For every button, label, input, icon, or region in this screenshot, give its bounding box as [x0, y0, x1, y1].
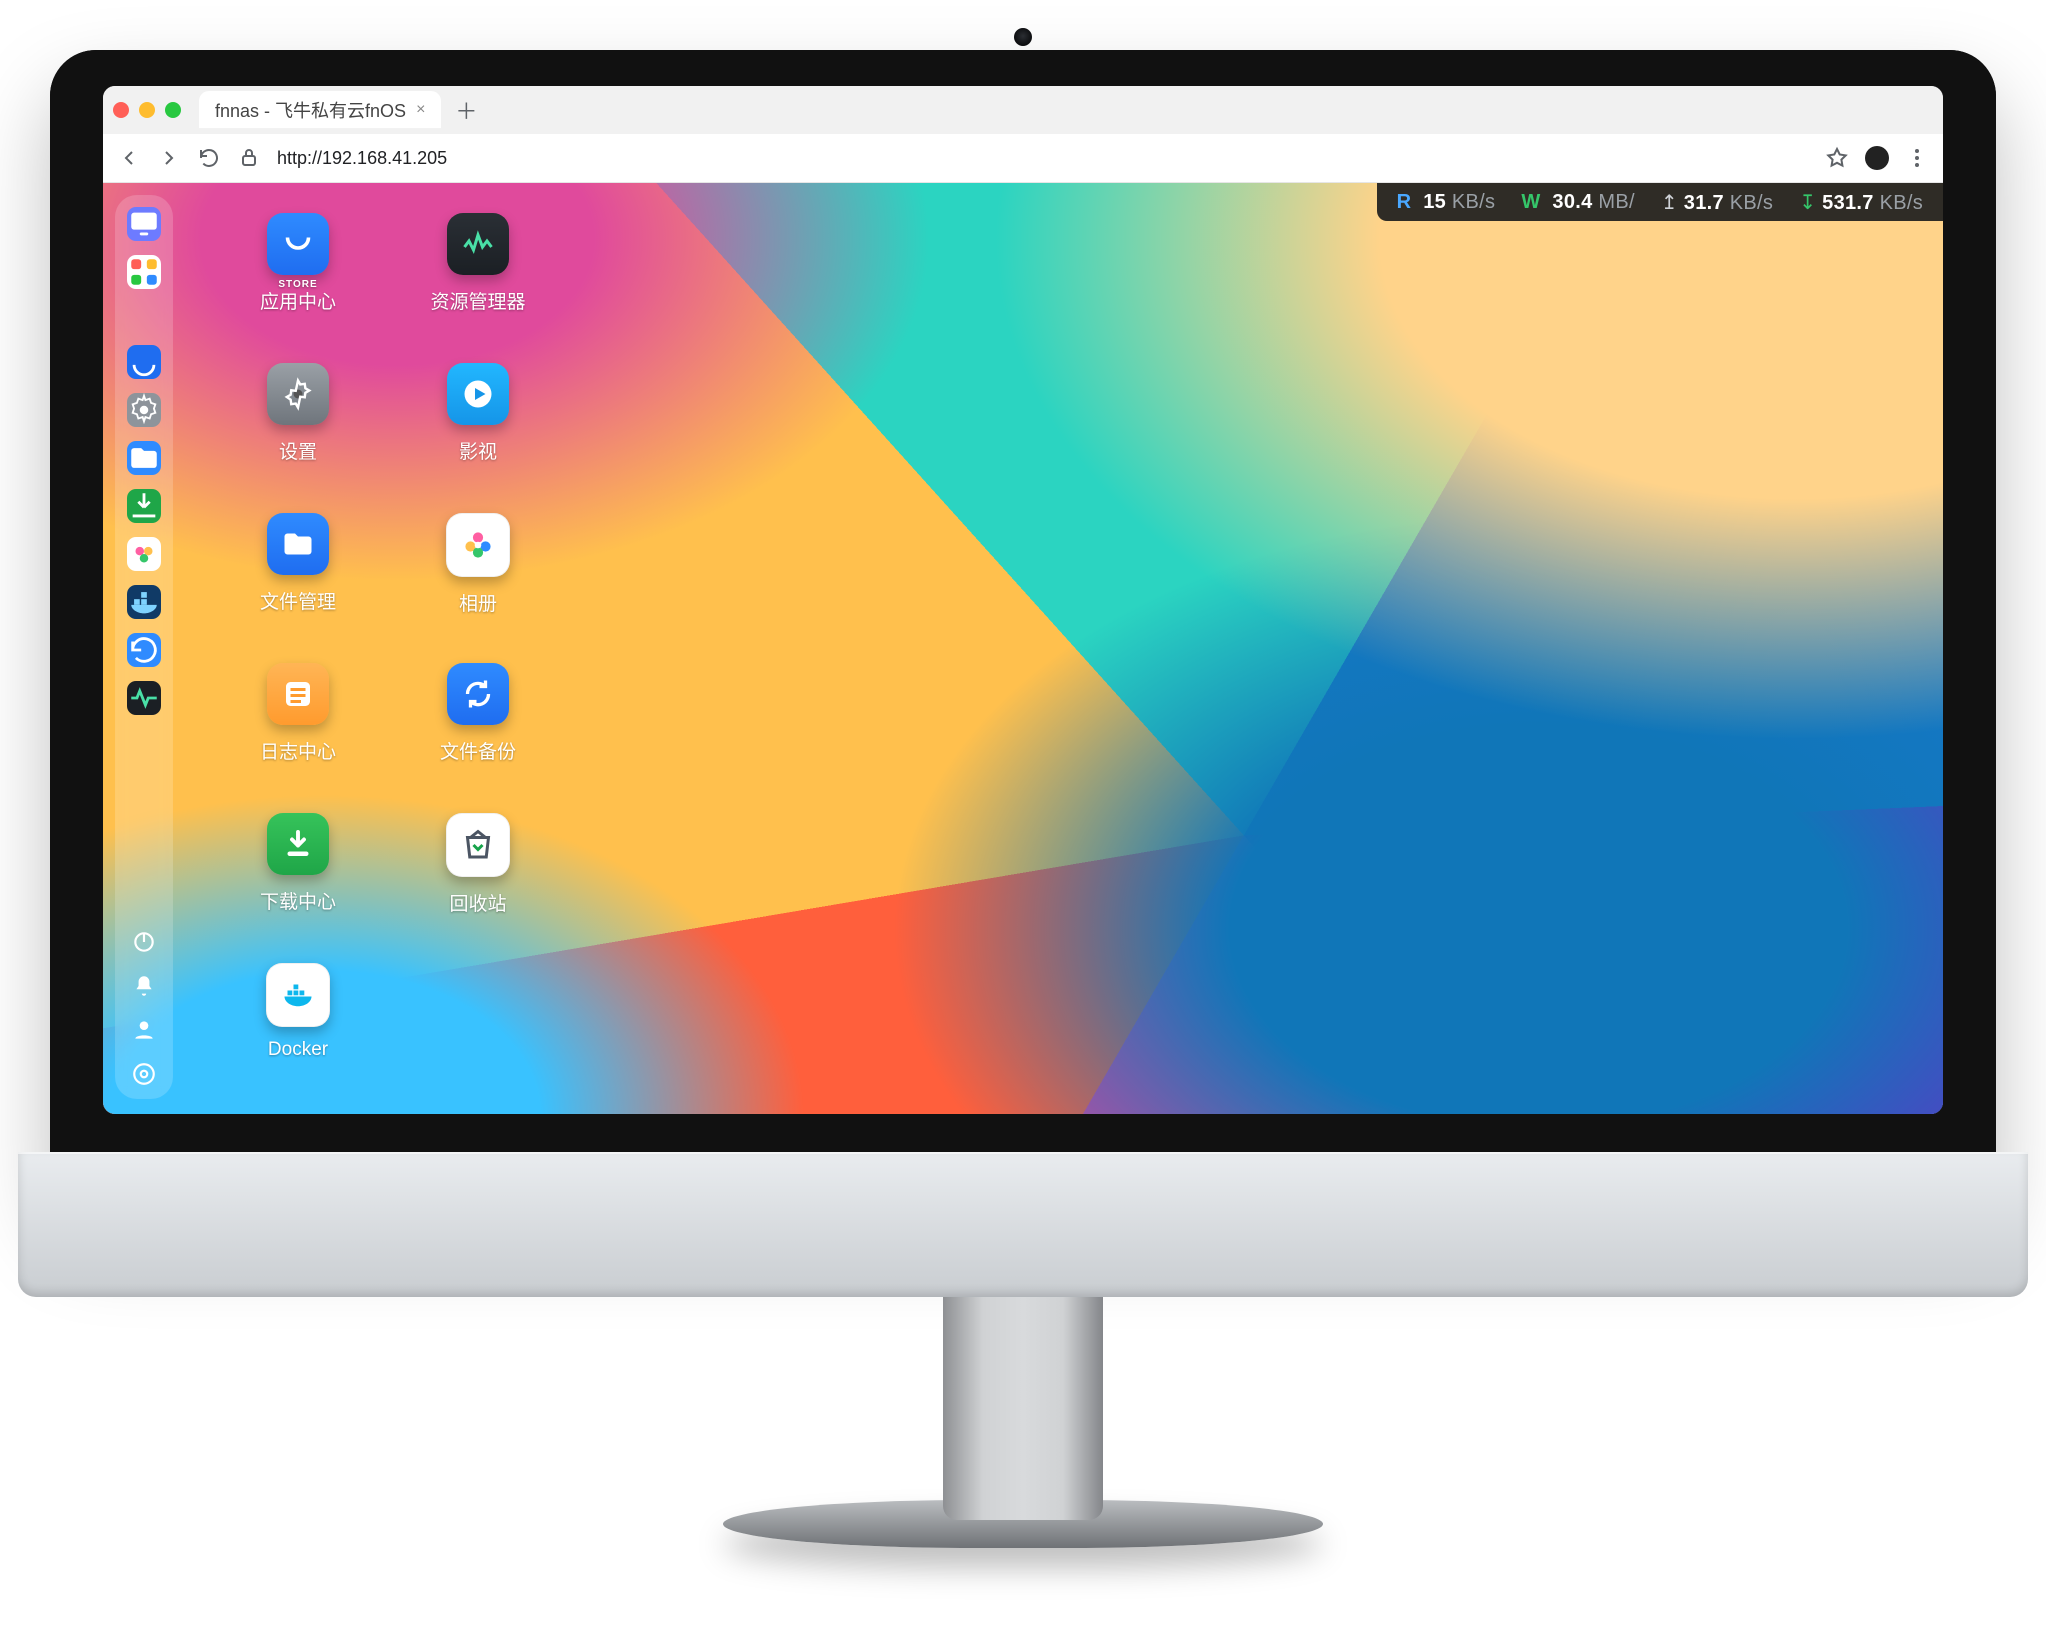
tab-close-icon[interactable]: × [416, 101, 425, 119]
new-tab-button[interactable]: ＋ [449, 94, 483, 126]
desktop-apps-grid: STORE 应用中心 资源管理器设置 影视文件管理 相册日志中心 文件备份下载中心 回收站 D… [213, 213, 633, 1095]
read-value: 15 [1423, 191, 1446, 213]
stand-neck [943, 1290, 1103, 1520]
app-label: 相册 [459, 589, 497, 616]
left-dock [115, 195, 173, 1099]
bookmark-star-icon[interactable] [1825, 146, 1849, 170]
app-store-icon: STORE [267, 213, 329, 275]
write-value: 30.4 [1552, 191, 1592, 213]
read-unit: KB/s [1452, 191, 1495, 213]
upload-value: 31.7 [1684, 192, 1724, 214]
docker-icon [266, 963, 330, 1027]
file-backup-icon [447, 663, 509, 725]
address-bar[interactable]: http://192.168.41.205 [277, 148, 447, 169]
app-label: 日志中心 [260, 737, 336, 764]
browser-tabstrip: fnnas - 飞牛私有云fnOS × ＋ [103, 86, 1943, 134]
file-mgr-icon [267, 513, 329, 575]
app-app-store[interactable]: STORE 应用中心 [213, 213, 383, 345]
docker-icon[interactable] [127, 585, 161, 619]
app-file-mgr[interactable]: 文件管理 [213, 513, 383, 645]
app-label: Docker [268, 1039, 328, 1061]
browser-menu-button[interactable] [1905, 146, 1929, 170]
settings-icon[interactable] [127, 393, 161, 427]
notifications-icon[interactable] [131, 973, 157, 999]
stat-read: R 15 KB/s [1397, 191, 1496, 214]
browser-tab[interactable]: fnnas - 飞牛私有云fnOS × [199, 91, 441, 129]
close-window-icon[interactable] [113, 102, 129, 118]
app-resource-mgr[interactable]: 资源管理器 [393, 213, 563, 345]
minimize-window-icon[interactable] [139, 102, 155, 118]
monitor-icon[interactable] [127, 681, 161, 715]
system-settings-icon[interactable] [131, 1061, 157, 1087]
files-icon[interactable] [127, 441, 161, 475]
app-label: 回收站 [449, 889, 506, 916]
photos-icon[interactable] [127, 537, 161, 571]
write-label: W [1521, 191, 1540, 213]
resource-mgr-icon [447, 213, 509, 275]
app-label: 文件管理 [260, 587, 336, 614]
store-icon[interactable] [127, 345, 161, 379]
stat-write: W 30.4 MB/ [1521, 191, 1635, 214]
app-label: 资源管理器 [430, 287, 525, 314]
reload-button[interactable] [197, 146, 221, 170]
stat-upload: ↥ 31.7 KB/s [1661, 190, 1773, 215]
back-button[interactable] [117, 146, 141, 170]
fnos-desktop: R 15 KB/s W 30.4 MB/ ↥ 31.7 KB/s ↧ 531.7 [103, 183, 1943, 1114]
stat-download: ↧ 531.7 KB/s [1799, 190, 1923, 215]
app-label: 下载中心 [260, 887, 336, 914]
camera-icon [1014, 28, 1032, 46]
read-label: R [1397, 191, 1412, 213]
downloads-icon[interactable] [127, 489, 161, 523]
upload-icon: ↥ [1661, 192, 1678, 214]
app-label: 设置 [279, 437, 317, 464]
download-icon [267, 813, 329, 875]
download-icon: ↧ [1799, 192, 1816, 214]
maximize-window-icon[interactable] [165, 102, 181, 118]
download-value: 531.7 [1822, 192, 1874, 214]
download-unit: KB/s [1880, 192, 1923, 214]
app-recycle[interactable]: 回收站 [393, 813, 563, 945]
desktop-icon[interactable] [127, 207, 161, 241]
window-controls[interactable] [113, 102, 181, 118]
app-media[interactable]: 影视 [393, 363, 563, 495]
imac-chin [18, 1152, 2028, 1297]
tab-title: fnnas - 飞牛私有云fnOS [215, 97, 406, 123]
settings-icon [267, 363, 329, 425]
apps-grid-icon[interactable] [127, 255, 161, 289]
app-file-backup[interactable]: 文件备份 [393, 663, 563, 795]
backup-icon[interactable] [127, 633, 161, 667]
app-label: 应用中心 [260, 287, 336, 314]
app-download[interactable]: 下载中心 [213, 813, 383, 945]
upload-unit: KB/s [1730, 192, 1773, 214]
log-center-icon [267, 663, 329, 725]
user-icon[interactable] [131, 1017, 157, 1043]
app-label: 文件备份 [440, 737, 516, 764]
app-album[interactable]: 相册 [393, 513, 563, 645]
power-icon[interactable] [131, 929, 157, 955]
app-label: 影视 [459, 437, 497, 464]
app-log-center[interactable]: 日志中心 [213, 663, 383, 795]
site-info-icon[interactable] [237, 146, 261, 170]
browser-toolbar: http://192.168.41.205 [103, 134, 1943, 183]
write-unit: MB/ [1598, 191, 1634, 213]
app-docker[interactable]: Docker [213, 963, 383, 1095]
album-icon [446, 513, 510, 577]
media-icon [447, 363, 509, 425]
app-settings[interactable]: 设置 [213, 363, 383, 495]
forward-button[interactable] [157, 146, 181, 170]
profile-avatar[interactable] [1865, 146, 1889, 170]
recycle-icon [446, 813, 510, 877]
network-stats-bar: R 15 KB/s W 30.4 MB/ ↥ 31.7 KB/s ↧ 531.7 [1377, 183, 1943, 221]
browser-window: fnnas - 飞牛私有云fnOS × ＋ http://192.168.41.… [103, 86, 1943, 1114]
